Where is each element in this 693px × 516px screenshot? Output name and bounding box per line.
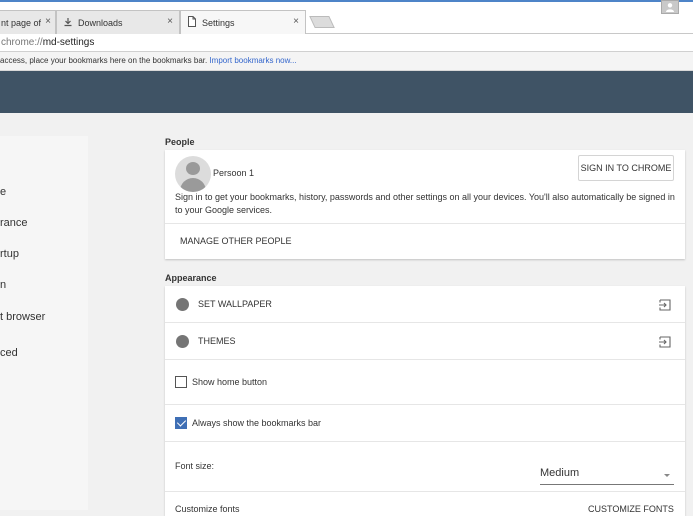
font-size-row: Font size: Medium — [165, 441, 685, 491]
tab-label: nt page of — [1, 17, 42, 28]
divider — [165, 223, 685, 224]
people-card: Persoon 1 SIGN IN TO CHROME Sign in to g… — [165, 150, 685, 259]
person-name: Persoon 1 — [213, 168, 255, 178]
wallpaper-icon — [176, 298, 189, 311]
sidebar-item-default-browser[interactable]: t browser — [0, 311, 45, 323]
page-icon — [187, 16, 197, 29]
open-external-icon[interactable] — [659, 298, 671, 311]
sidebar-item-appearance[interactable]: rance — [0, 217, 28, 229]
customize-fonts-button[interactable]: CUSTOMIZE FONTS — [588, 504, 674, 514]
tab-settings[interactable]: Settings × — [180, 10, 306, 34]
show-bookmarks-bar-label[interactable]: Always show the bookmarks bar — [192, 418, 321, 428]
url-scheme: chrome:// — [1, 37, 43, 48]
appearance-section-title: Appearance — [165, 273, 217, 283]
show-bookmarks-bar-checkbox[interactable] — [175, 417, 187, 429]
close-icon[interactable]: × — [167, 16, 173, 27]
sidebar-item-on-startup[interactable]: rtup — [0, 248, 19, 260]
themes-button[interactable]: THEMES — [198, 336, 236, 346]
sidebar-item-search[interactable]: n — [0, 279, 6, 291]
divider — [165, 404, 685, 405]
open-external-icon[interactable] — [659, 335, 671, 348]
font-size-value: Medium — [540, 467, 580, 479]
settings-header — [0, 71, 693, 113]
sign-in-description: Sign in to get your bookmarks, history, … — [175, 192, 675, 215]
bookmarks-bar: access, place your bookmarks here on the… — [0, 52, 693, 71]
customize-fonts-label: Customize fonts — [175, 504, 240, 514]
chevron-down-icon — [664, 474, 670, 477]
tab-label: Downloads — [78, 17, 123, 28]
tab-downloads[interactable]: Downloads × — [56, 10, 180, 34]
import-bookmarks-link[interactable]: Import bookmarks now... — [209, 56, 296, 65]
close-icon[interactable]: × — [293, 16, 299, 27]
tab-previous-page[interactable]: nt page of × — [0, 10, 56, 34]
show-home-button-checkbox[interactable] — [175, 376, 187, 388]
address-bar[interactable]: chrome://md-settings — [0, 34, 693, 52]
divider — [165, 491, 685, 492]
show-home-button-label[interactable]: Show home button — [192, 377, 267, 387]
close-icon[interactable]: × — [45, 16, 51, 27]
download-icon — [63, 17, 73, 29]
sidebar-item-advanced[interactable]: ced — [0, 347, 18, 359]
url-path: md-settings — [42, 37, 95, 48]
divider — [165, 359, 685, 360]
font-size-select[interactable]: Medium — [540, 467, 674, 485]
avatar[interactable] — [175, 156, 211, 192]
font-size-label: Font size: — [175, 461, 215, 471]
people-section-title: People — [165, 137, 195, 147]
profile-icon[interactable] — [661, 0, 679, 14]
divider — [165, 322, 685, 323]
set-wallpaper-button[interactable]: SET WALLPAPER — [198, 299, 272, 309]
appearance-card: SET WALLPAPER THEMES Show home button Al… — [165, 286, 685, 516]
sign-in-button[interactable]: SIGN IN TO CHROME — [578, 155, 674, 181]
manage-other-people-button[interactable]: MANAGE OTHER PEOPLE — [180, 236, 292, 246]
sidebar-item-people[interactable]: e — [0, 186, 6, 198]
themes-icon — [176, 335, 189, 348]
settings-sidebar — [0, 136, 88, 510]
tab-label: Settings — [202, 17, 235, 28]
bookmark-hint: access, place your bookmarks here on the… — [0, 56, 208, 65]
